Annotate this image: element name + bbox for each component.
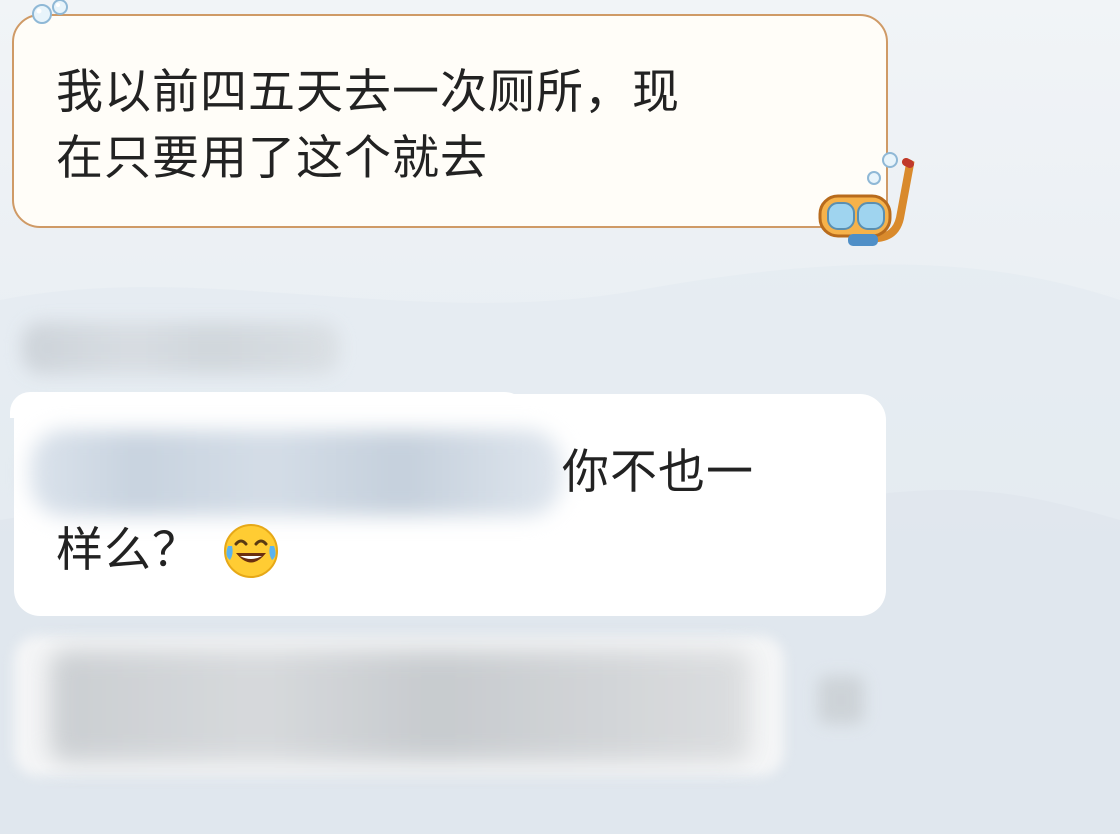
quoted-text-redacted <box>30 430 562 516</box>
message-line-with-emoji: 样么？ <box>56 518 280 584</box>
water-bubbles-icon <box>32 0 68 24</box>
message-line: 样么？ <box>56 523 200 578</box>
message-line: 在只要用了这个就去 <box>56 131 488 186</box>
message-text: 我以前四五天去一次厕所，现 在只要用了这个就去 <box>56 60 846 192</box>
chat-message-list[interactable]: 我以前四五天去一次厕所，现 在只要用了这个就去 你不也一 样么？ <box>0 0 1120 834</box>
snorkel-mask-icon <box>818 152 915 246</box>
message-bubble-themed[interactable]: 我以前四五天去一次厕所，现 在只要用了这个就去 <box>12 14 888 228</box>
message-line: 我以前四五天去一次厕所，现 <box>56 65 680 120</box>
sender-name-redacted <box>22 322 340 374</box>
message-text-redacted <box>50 650 750 762</box>
laughing-tears-emoji <box>224 524 278 578</box>
message-line: 你不也一 <box>562 445 754 500</box>
status-indicator-redacted <box>818 676 864 724</box>
